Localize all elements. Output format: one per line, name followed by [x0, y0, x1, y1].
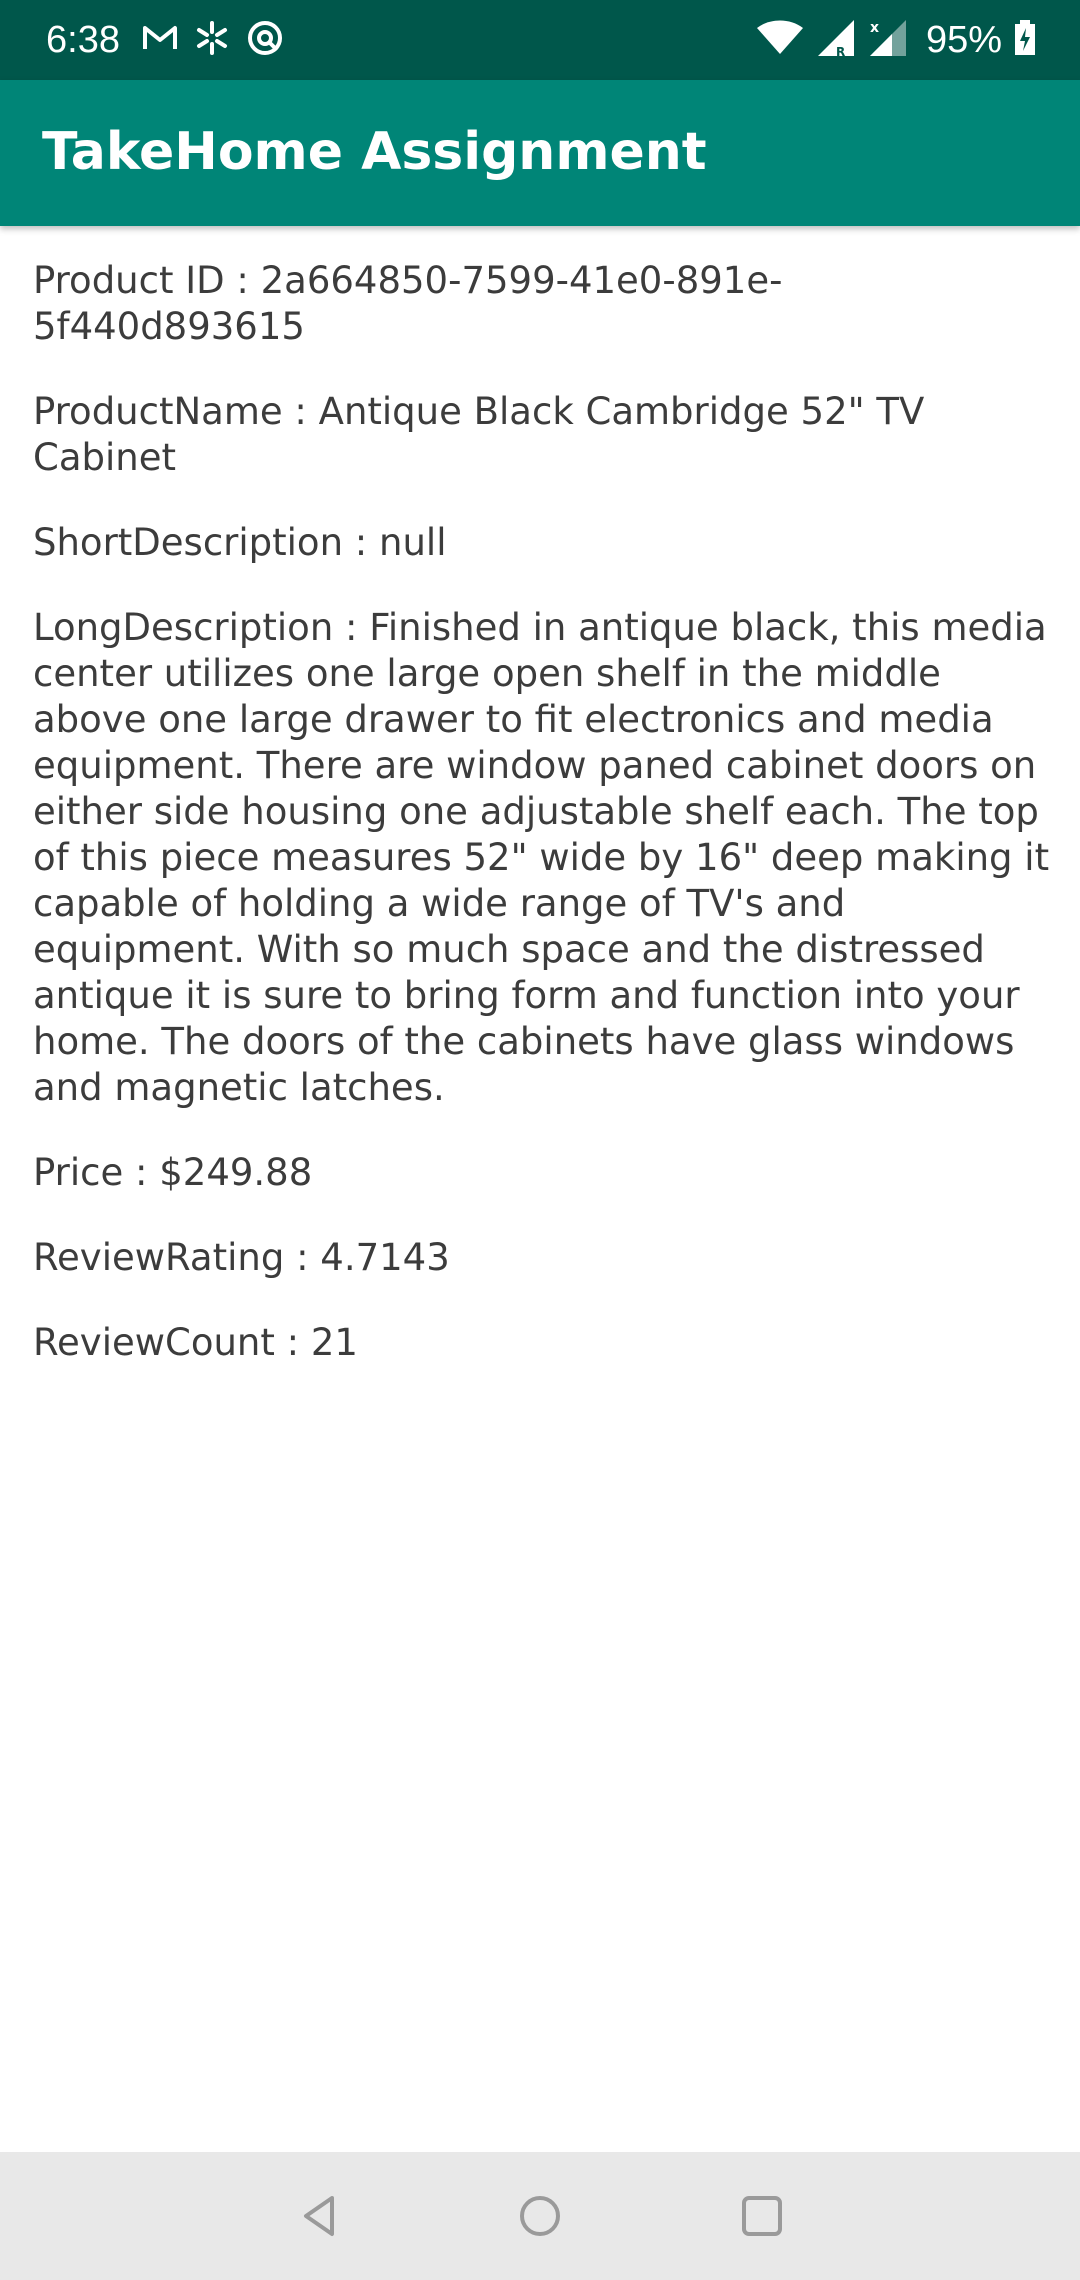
wifi-icon: [756, 20, 804, 61]
walmart-icon: [194, 20, 230, 61]
back-icon: [304, 2196, 334, 2236]
app-title: TakeHome Assignment: [42, 122, 707, 182]
navigation-bar: [0, 2152, 1080, 2280]
signal-icon: x: [868, 18, 908, 63]
price: Price : $249.88: [33, 1151, 313, 1194]
recents-button[interactable]: [730, 2184, 794, 2248]
gmail-icon: [142, 24, 178, 57]
product-name: ProductName : Antique Black Cambridge 52…: [33, 390, 925, 479]
svg-text:R: R: [836, 45, 845, 58]
battery-percentage: 95%: [925, 19, 1002, 61]
battery-charging-icon: [1014, 19, 1036, 61]
review-rating: ReviewRating : 4.7143: [33, 1236, 450, 1279]
system-status-icons: R x 95%: [756, 16, 1036, 64]
notification-icons: [142, 20, 284, 60]
home-icon: [520, 2196, 560, 2236]
review-count: ReviewCount : 21: [33, 1321, 358, 1364]
signal-roaming-icon: R: [816, 18, 856, 63]
short-description: ShortDescription : null: [33, 521, 447, 564]
product-details: Product ID : 2a664850-7599-41e0-891e-5f4…: [33, 258, 1053, 1405]
svg-text:x: x: [870, 20, 879, 36]
back-button[interactable]: [288, 2184, 352, 2248]
home-button[interactable]: [508, 2184, 572, 2248]
recents-icon: [742, 2196, 782, 2236]
long-description: LongDescription : Finished in antique bl…: [33, 606, 1050, 1109]
sync-icon: [246, 19, 284, 62]
app-bar: TakeHome Assignment: [0, 80, 1080, 226]
status-time: 6:38: [46, 19, 120, 61]
product-id: Product ID : 2a664850-7599-41e0-891e-5f4…: [33, 259, 783, 348]
status-bar: 6:38 R x 95%: [0, 0, 1080, 80]
